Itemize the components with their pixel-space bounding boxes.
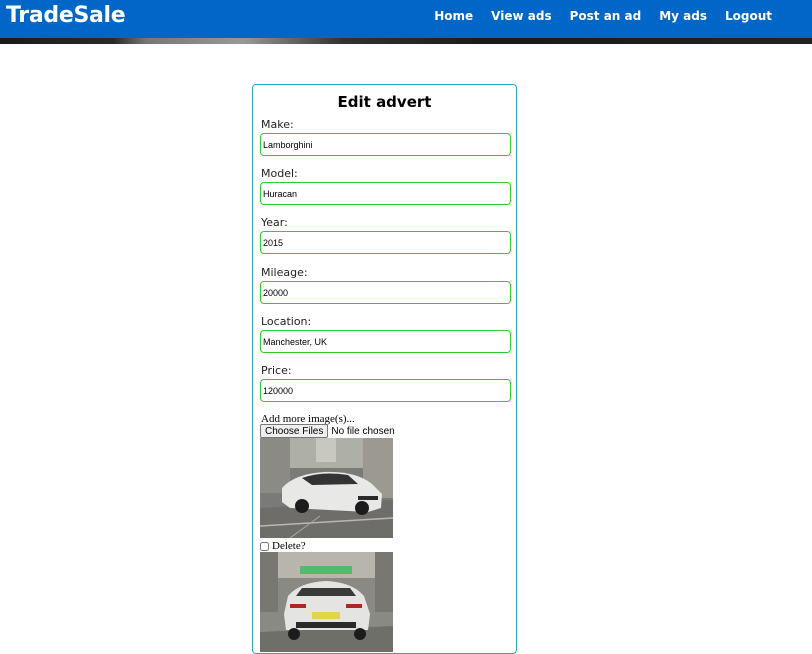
year-label: Year: [261, 216, 288, 229]
nav-link-my-ads[interactable]: My ads [659, 8, 707, 24]
nav-link-view-ads[interactable]: View ads [491, 8, 551, 24]
price-label: Price: [261, 364, 292, 377]
form-title: Edit advert [337, 93, 432, 111]
model-input[interactable] [260, 182, 511, 205]
brand-logo[interactable]: TradeSale [6, 3, 126, 29]
year-input[interactable] [260, 231, 511, 254]
choose-files-button[interactable]: Choose Files [260, 424, 329, 438]
location-label: Location: [261, 315, 312, 328]
make-label: Make: [261, 118, 294, 131]
nav-link-home[interactable]: Home [434, 8, 473, 24]
nav-link-post-ad[interactable]: Post an ad [570, 8, 642, 24]
nav-links: Home View ads Post an ad My ads Logout [416, 8, 772, 24]
make-input[interactable] [260, 133, 511, 156]
file-upload: Choose Files No file chosen [260, 424, 395, 438]
edit-advert-form: Edit advert Make: Model: Year: Mileage: … [252, 84, 517, 654]
delete-label: Delete? [272, 540, 306, 552]
car-image-front [260, 438, 393, 538]
delete-image-row: Delete? [260, 540, 306, 552]
mileage-label: Mileage: [261, 266, 308, 279]
navbar: TradeSale Home View ads Post an ad My ad… [0, 0, 812, 38]
car-image-rear [260, 552, 393, 652]
mileage-input[interactable] [260, 281, 511, 304]
nav-link-logout[interactable]: Logout [725, 8, 772, 24]
file-status-text: No file chosen [331, 425, 395, 437]
delete-image-checkbox[interactable] [260, 541, 269, 551]
price-input[interactable] [260, 379, 511, 402]
model-label: Model: [261, 167, 298, 180]
hero-banner-strip [0, 38, 812, 44]
location-input[interactable] [260, 330, 511, 353]
